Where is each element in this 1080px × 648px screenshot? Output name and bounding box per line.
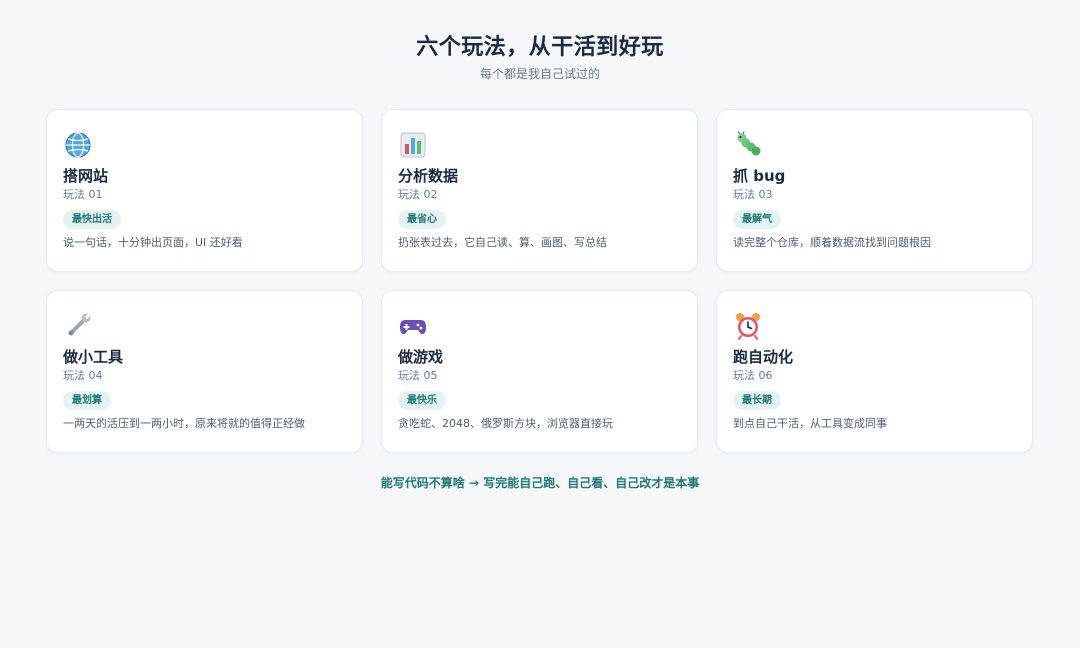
- card-catch-bug[interactable]: 抓 bug 玩法 03 最解气 读完整个仓库，顺着数据流找到问题根因: [716, 109, 1033, 272]
- page-subtitle: 每个都是我自己试过的: [479, 67, 600, 81]
- card-number: 玩法 03: [733, 188, 773, 201]
- card-tag: 最解气: [733, 210, 781, 229]
- card-description: 扔张表过去，它自己读、算、画图、写总结: [398, 236, 607, 249]
- alarm-clock-icon: [733, 311, 763, 341]
- wrench-icon: [63, 311, 93, 341]
- gamepad-icon: [398, 311, 428, 341]
- card-title: 搭网站: [63, 167, 109, 185]
- card-title: 分析数据: [398, 167, 459, 185]
- card-title: 做小工具: [63, 348, 124, 366]
- card-tag: 最快乐: [398, 391, 446, 410]
- page-title: 六个玩法，从干活到好玩: [416, 35, 664, 60]
- card-description: 到点自己干活，从工具变成同事: [733, 417, 887, 430]
- bug-icon: [733, 130, 763, 160]
- card-tag: 最划算: [63, 391, 111, 410]
- card-description: 贪吃蛇、2048、俄罗斯方块，浏览器直接玩: [398, 417, 613, 430]
- header: 六个玩法，从干活到好玩 每个都是我自己试过的: [0, 32, 1080, 82]
- card-tag: 最省心: [398, 210, 446, 229]
- card-title: 抓 bug: [733, 167, 786, 185]
- card-run-automation[interactable]: 跑自动化 玩法 06 最长期 到点自己干活，从工具变成同事: [716, 290, 1033, 453]
- card-number: 玩法 06: [733, 369, 773, 382]
- card-number: 玩法 04: [63, 369, 103, 382]
- card-number: 玩法 01: [63, 188, 103, 201]
- card-make-tool[interactable]: 做小工具 玩法 04 最划算 一两天的活压到一两小时，原来将就的值得正经做: [46, 290, 363, 453]
- card-title: 做游戏: [398, 348, 444, 366]
- globe-icon: [63, 130, 93, 160]
- card-number: 玩法 02: [398, 188, 438, 201]
- card-grid: 搭网站 玩法 01 最快出活 说一句话，十分钟出页面，UI 还好看 分析数据 玩…: [46, 109, 1034, 453]
- card-tag: 最快出活: [63, 210, 121, 229]
- page: 六个玩法，从干活到好玩 每个都是我自己试过的 搭网站 玩法 01 最快出活 说一…: [0, 0, 1080, 648]
- card-build-website[interactable]: 搭网站 玩法 01 最快出活 说一句话，十分钟出页面，UI 还好看: [46, 109, 363, 272]
- bar-chart-icon: [398, 130, 428, 160]
- card-description: 一两天的活压到一两小时，原来将就的值得正经做: [63, 417, 305, 430]
- card-number: 玩法 05: [398, 369, 438, 382]
- card-make-game[interactable]: 做游戏 玩法 05 最快乐 贪吃蛇、2048、俄罗斯方块，浏览器直接玩: [381, 290, 698, 453]
- card-description: 读完整个仓库，顺着数据流找到问题根因: [733, 236, 931, 249]
- card-description: 说一句话，十分钟出页面，UI 还好看: [63, 236, 243, 249]
- card-tag: 最长期: [733, 391, 781, 410]
- footer-tagline: 能写代码不算啥 → 写完能自己跑、自己看、自己改才是本事: [380, 476, 700, 490]
- card-analyze-data[interactable]: 分析数据 玩法 02 最省心 扔张表过去，它自己读、算、画图、写总结: [381, 109, 698, 272]
- card-title: 跑自动化: [733, 348, 794, 366]
